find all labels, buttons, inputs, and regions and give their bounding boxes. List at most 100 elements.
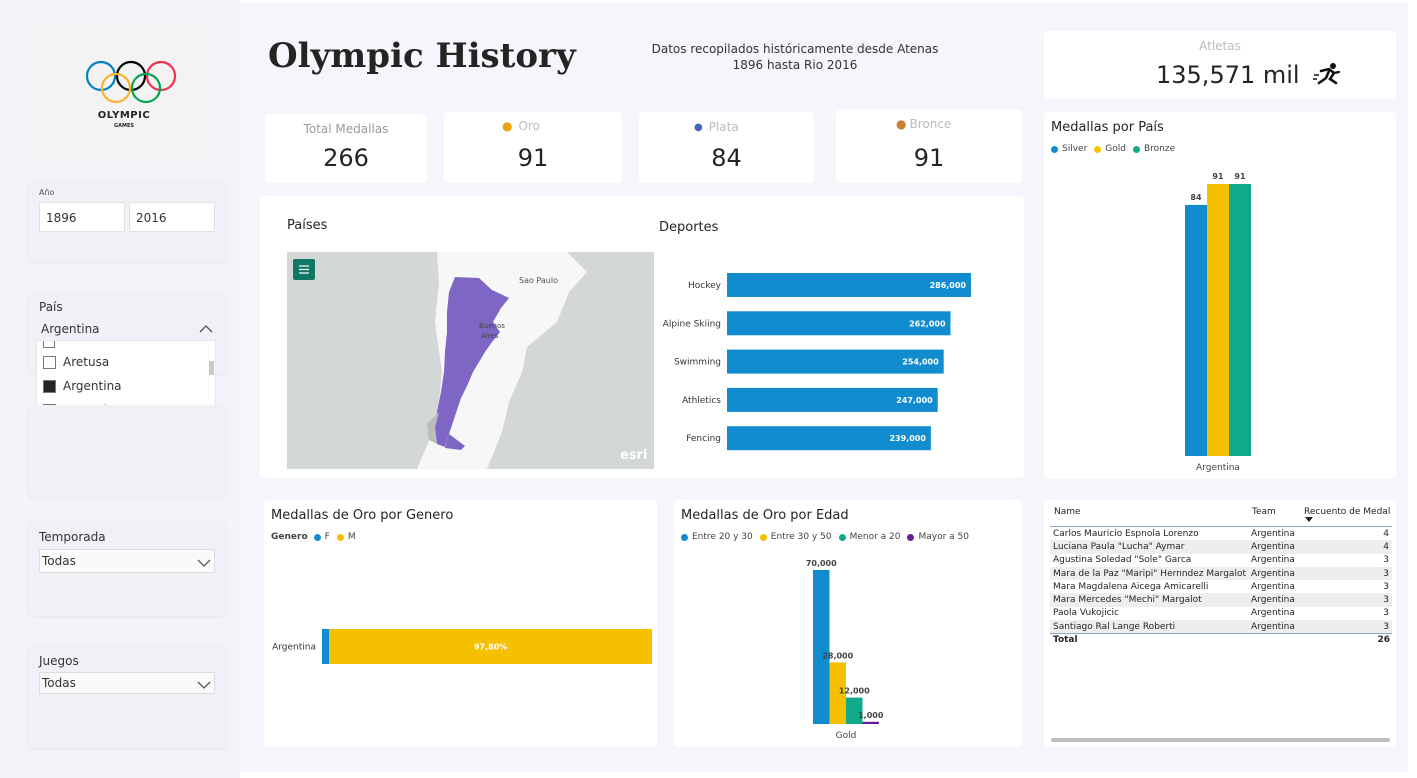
country-option[interactable]: Aretusa (37, 352, 207, 374)
sports-category-label: Hockey (688, 281, 722, 291)
table-row[interactable]: Mara de la Paz "Maripi" Hernndez Margalo… (1050, 566, 1392, 581)
country-option-checkbox[interactable] (43, 356, 56, 369)
kpi-gold-header: ● Oro (502, 119, 540, 133)
table-cell-name: Mara Mercedes "Mechi" Margalot (1050, 593, 1248, 607)
map-focus-mode-button[interactable] (293, 259, 315, 280)
country-bar[interactable] (1207, 184, 1229, 456)
gender-data-label: 97,80% (474, 643, 507, 652)
country-bar[interactable] (1185, 204, 1207, 456)
table-header-count[interactable]: Recuento de Medal (1304, 507, 1390, 517)
table-row[interactable]: Mara Mercedes "Mechi" Margalot Argentina 3 (1050, 593, 1392, 607)
country-bar-label: 84 (1190, 193, 1202, 202)
gender-bar-segment[interactable] (322, 629, 330, 664)
country-option[interactable]: Argentina (37, 376, 207, 398)
country-dropdown[interactable]: Argentina (39, 319, 215, 341)
table-cell-count: 3 (1308, 593, 1392, 607)
country-option-checkbox[interactable] (43, 380, 56, 393)
sports-value-label: 286,000 (930, 281, 967, 290)
table-row[interactable]: Mara Magdalena Aicega Amicarelli Argentin… (1050, 580, 1392, 593)
chevron-up-icon (199, 325, 213, 333)
table-header-name[interactable]: Name (1054, 507, 1081, 517)
sports-category-label: Athletics (682, 396, 721, 406)
table-cell-count: 4 (1383, 528, 1389, 539)
year-slicer: Año 1896 2016 (28, 180, 226, 262)
table-header: Name Team Recuento de Medal (1050, 504, 1392, 526)
legend-item[interactable]: Mayor a 50 (918, 532, 969, 542)
year-from-input[interactable]: 1896 (39, 202, 125, 232)
sports-value-label: 239,000 (889, 434, 926, 443)
table-total-value: 26 (1377, 635, 1390, 646)
age-bar[interactable] (813, 570, 830, 724)
list-scrollbar[interactable] (209, 361, 214, 375)
kpi-total-title: Total Medallas (303, 122, 389, 136)
slicer-card-placeholder (28, 405, 226, 497)
country-bar[interactable] (1229, 184, 1251, 456)
page-title: Olympic History (268, 36, 576, 76)
legend-item[interactable]: Entre 20 y 30 (692, 532, 753, 542)
table-row[interactable]: Carlos Mauricio Espnola Lorenzo Argentina… (1050, 527, 1392, 540)
table-cell-count: 4 (1308, 540, 1392, 554)
table-row[interactable]: Luciana Paula "Lucha" Aymar Argentina 4 (1050, 540, 1392, 554)
olympic-rings-icon (85, 60, 177, 104)
table-cell-team: Argentina (1251, 555, 1295, 566)
table-total-label: Total (1053, 635, 1078, 646)
sports-chart-title: Deportes (659, 220, 719, 235)
table-cell-name: Mara Magdalena Aicega Amicarelli (1053, 581, 1209, 592)
table-row[interactable]: Paola Vukojicic Argentina 3 (1050, 607, 1392, 620)
legend-item[interactable]: Menor a 20 (850, 532, 901, 542)
sports-category-label: Alpine Skiing (663, 319, 721, 329)
medals-country-title: Medallas por País (1051, 120, 1164, 135)
legend-item[interactable]: Gold (1105, 144, 1126, 154)
map-label-sao-paulo: Sao Paulo (519, 276, 558, 285)
athletes-table[interactable]: Name Team Recuento de Medal Carlos Mauri… (1050, 504, 1392, 647)
table-row[interactable]: Santiago Ral Lange Roberti Argentina 3 (1050, 620, 1392, 634)
legend-marker (1132, 145, 1140, 153)
table-row[interactable]: Agustina Soledad "Sole" Garca Argentina 3 (1050, 554, 1392, 567)
map-esri-logo: esri (620, 448, 648, 463)
kpi-gold-title: Oro (518, 119, 540, 133)
table-cell-count: 3 (1383, 581, 1389, 592)
south-america-map (417, 252, 587, 469)
country-slicer-label: País (39, 300, 63, 314)
country-option-label: Aretusa (63, 355, 110, 369)
table-horizontal-scrollbar[interactable] (1051, 738, 1390, 742)
table-cell-team: Argentina (1248, 566, 1308, 581)
season-dropdown[interactable]: Todas (39, 549, 215, 573)
sidebar: OLYMPIC GAMES Año 1896 2016 País Argenti… (0, 0, 240, 778)
legend-item[interactable]: Bronze (1144, 144, 1175, 154)
legend-marker (313, 533, 321, 541)
chevron-down-icon (197, 559, 211, 567)
legend-item[interactable]: Entre 30 y 50 (771, 532, 832, 542)
games-dropdown[interactable]: Todas (39, 672, 215, 694)
logo-text-bottom: GAMES (114, 123, 134, 129)
legend-marker (1051, 145, 1058, 153)
kpi-silver-title: Plata (708, 120, 739, 134)
kpi-silver-value: 84 (711, 144, 742, 172)
age-bar[interactable] (862, 721, 880, 724)
legend-title: Genero (271, 532, 308, 542)
games-slicer: Juegos Todas (28, 645, 226, 748)
country-axis-label: Argentina (1196, 463, 1240, 473)
table-cell-count: 3 (1383, 608, 1389, 619)
legend-item[interactable]: Silver (1062, 144, 1087, 154)
kpi-silver-header: ● Plata (694, 120, 739, 134)
logo-text-top: OLYMPIC (97, 110, 151, 121)
page-subtitle-2: 1896 hasta Rio 2016 (732, 58, 858, 72)
map-visual[interactable]: Sao Paulo Buenos Aires esri (287, 252, 654, 469)
kpi-gold: ● Oro 91 (444, 112, 622, 183)
table-cell-team: Argentina (1251, 528, 1295, 539)
table-cell-team: Argentina (1248, 620, 1308, 634)
gender-category-label: Argentina (272, 643, 316, 653)
legend-item[interactable]: M (348, 532, 356, 542)
table-cell-name: Carlos Mauricio Espnola Lorenzo (1053, 528, 1199, 539)
year-to-input[interactable]: 2016 (129, 202, 215, 232)
kpi-bronze-value: 91 (913, 144, 945, 172)
kpi-bronze: ● Bronce 91 (836, 110, 1022, 183)
age-bar-label: 1,000 (858, 711, 884, 720)
legend-marker (336, 533, 344, 541)
list-item-checkbox[interactable] (43, 341, 55, 348)
legend-item[interactable]: F (325, 532, 330, 542)
season-dropdown-value: Todas (42, 554, 76, 568)
season-slicer: Temporada Todas (28, 522, 226, 616)
table-header-team[interactable]: Team (1252, 507, 1276, 517)
